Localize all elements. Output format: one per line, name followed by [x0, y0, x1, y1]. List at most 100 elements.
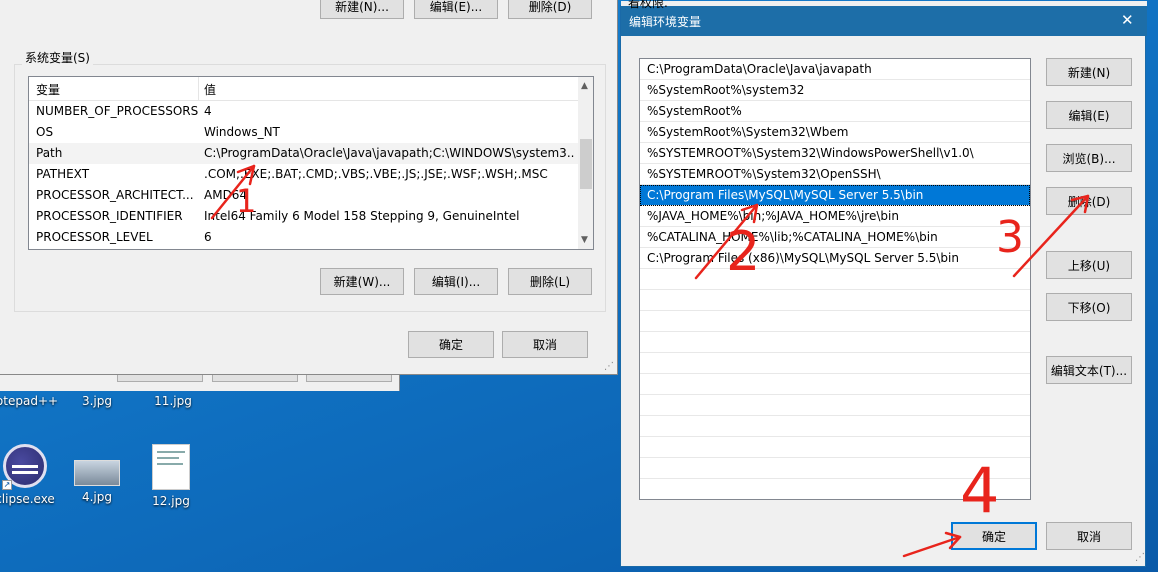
thumb-line: [157, 451, 185, 453]
edit-environment-variable-dialog: 编辑环境变量 ✕ C:\ProgramData\Oracle\Java\java…: [620, 1, 1147, 567]
path-row[interactable]: %SystemRoot%\System32\Wbem: [640, 122, 1030, 143]
variable-value: 4: [204, 104, 212, 118]
column-header-variable[interactable]: 变量: [36, 81, 60, 98]
desktop-icon-11jpg[interactable]: 11.jpg: [134, 394, 212, 408]
desktop-icon-4jpg[interactable]: 4.jpg: [58, 460, 136, 504]
path-row[interactable]: %SYSTEMROOT%\System32\WindowsPowerShell\…: [640, 143, 1030, 164]
dialog-cancel-button[interactable]: 取消: [1046, 522, 1132, 550]
delete-path-button[interactable]: 删除(D): [1046, 187, 1132, 215]
variable-value: Intel64 Family 6 Model 158 Stepping 9, G…: [204, 209, 520, 223]
table-row[interactable]: NUMBER_OF_PROCESSORS 4: [29, 101, 579, 122]
column-divider[interactable]: [198, 77, 199, 101]
variable-name: Path: [36, 146, 63, 160]
system-variables-list[interactable]: 变量 值 NUMBER_OF_PROCESSORS 4 OS Windows_N…: [28, 76, 594, 250]
desktop-icon-eclipse[interactable]: clipse.exe: [0, 444, 64, 506]
desktop-icon-12jpg[interactable]: 12.jpg: [132, 444, 210, 508]
path-row[interactable]: C:\Program Files (x86)\MySQL\MySQL Serve…: [640, 248, 1030, 269]
variable-name: NUMBER_OF_PROCESSORS: [36, 104, 199, 118]
user-edit-button[interactable]: 编辑(E)...: [414, 0, 498, 19]
resize-grip-icon[interactable]: ⋰: [1135, 552, 1145, 563]
table-row[interactable]: PROCESSOR_LEVEL 6: [29, 227, 579, 248]
path-row[interactable]: %SystemRoot%: [640, 101, 1030, 122]
background-button: [306, 375, 392, 382]
empty-path-row[interactable]: [640, 395, 1030, 416]
scroll-up-icon[interactable]: ▲: [581, 81, 588, 91]
eclipse-stripe: [12, 471, 38, 474]
path-row[interactable]: %JAVA_HOME%\bin;%JAVA_HOME%\jre\bin: [640, 206, 1030, 227]
empty-path-row[interactable]: [640, 458, 1030, 479]
path-row[interactable]: C:\ProgramData\Oracle\Java\javapath: [640, 59, 1030, 80]
system-edit-button[interactable]: 编辑(I)...: [414, 268, 498, 295]
user-delete-button[interactable]: 删除(D): [508, 0, 592, 19]
desktop-icon-label: clipse.exe: [0, 492, 55, 506]
variable-name: PROCESSOR_ARCHITECT...: [36, 188, 194, 202]
table-row[interactable]: PROCESSOR_ARCHITECT... AMD64: [29, 185, 579, 206]
edit-path-button[interactable]: 编辑(E): [1046, 101, 1132, 129]
variable-name: PROCESSOR_IDENTIFIER: [36, 209, 183, 223]
table-row[interactable]: PATHEXT .COM;.EXE;.BAT;.CMD;.VBS;.VBE;.J…: [29, 164, 579, 185]
image-thumbnail-icon: [152, 444, 190, 490]
image-thumbnail-icon: [74, 460, 120, 486]
scrollbar-thumb[interactable]: [580, 139, 592, 189]
list-scrollbar[interactable]: ▲ ▼: [578, 77, 593, 249]
variable-value: AMD64: [204, 188, 248, 202]
desktop-icon-label: otepad++: [0, 394, 59, 408]
desktop-icon-label: 4.jpg: [81, 490, 113, 504]
desktop-icon-label: 11.jpg: [154, 394, 192, 408]
column-header-value[interactable]: 值: [204, 81, 216, 98]
path-row[interactable]: %SystemRoot%\system32: [640, 80, 1030, 101]
user-new-button[interactable]: 新建(N)...: [320, 0, 404, 19]
system-new-button[interactable]: 新建(W)...: [320, 268, 404, 295]
dialog-ok-button[interactable]: 确定: [951, 522, 1037, 550]
browse-button[interactable]: 浏览(B)...: [1046, 144, 1132, 172]
system-variables-label: 系统变量(S): [22, 49, 93, 66]
new-path-button[interactable]: 新建(N): [1046, 58, 1132, 86]
empty-path-row[interactable]: [640, 269, 1030, 290]
desktop-icon-label: 3.jpg: [81, 394, 113, 408]
variable-value: .COM;.EXE;.BAT;.CMD;.VBS;.VBE;.JS;.JSE;.…: [204, 167, 548, 181]
background-button: [117, 375, 203, 382]
variable-name: OS: [36, 125, 54, 139]
path-row[interactable]: %CATALINA_HOME%\lib;%CATALINA_HOME%\bin: [640, 227, 1030, 248]
thumb-line: [157, 457, 179, 459]
background-button: [212, 375, 298, 382]
desktop-icon-label: 12.jpg: [152, 494, 190, 508]
desktop-icon-3jpg[interactable]: 3.jpg: [58, 394, 136, 408]
env-cancel-button[interactable]: 取消: [502, 331, 588, 358]
path-entries-list[interactable]: C:\ProgramData\Oracle\Java\javapath %Syst…: [639, 58, 1031, 500]
move-up-button[interactable]: 上移(U): [1046, 251, 1132, 279]
close-icon[interactable]: ✕: [1121, 11, 1134, 29]
variable-name: PROCESSOR_LEVEL: [36, 230, 153, 244]
empty-path-row[interactable]: [640, 332, 1030, 353]
path-row[interactable]: %SYSTEMROOT%\System32\OpenSSH\: [640, 164, 1030, 185]
empty-path-row[interactable]: [640, 374, 1030, 395]
empty-path-row[interactable]: [640, 437, 1030, 458]
table-row[interactable]: OS Windows_NT: [29, 122, 579, 143]
variable-value: C:\ProgramData\Oracle\Java\javapath;C:\W…: [204, 146, 574, 160]
variable-value: 6: [204, 230, 212, 244]
scroll-down-icon[interactable]: ▼: [581, 235, 588, 245]
desktop-icon-notepad[interactable]: otepad++: [0, 394, 66, 408]
empty-path-row[interactable]: [640, 353, 1030, 374]
table-row[interactable]: PROCESSOR_IDENTIFIER Intel64 Family 6 Mo…: [29, 206, 579, 227]
environment-variables-window: 新建(N)... 编辑(E)... 删除(D) 系统变量(S) 变量 值 NUM…: [0, 0, 618, 375]
resize-grip-icon[interactable]: ⋰: [604, 361, 614, 372]
edit-text-button[interactable]: 编辑文本(T)...: [1046, 356, 1132, 384]
variable-value: Windows_NT: [204, 125, 280, 139]
move-down-button[interactable]: 下移(O): [1046, 293, 1132, 321]
path-row-selected[interactable]: C:\Program Files\MySQL\MySQL Server 5.5\…: [640, 185, 1030, 206]
shortcut-arrow-icon: ↗: [2, 480, 12, 490]
list-header: 变量 值: [29, 77, 579, 101]
variable-name: PATHEXT: [36, 167, 90, 181]
system-delete-button[interactable]: 删除(L): [508, 268, 592, 295]
background-partial-text: 看权限.: [628, 0, 668, 10]
empty-path-row[interactable]: [640, 416, 1030, 437]
empty-path-row[interactable]: [640, 479, 1030, 499]
empty-path-row[interactable]: [640, 290, 1030, 311]
empty-path-row[interactable]: [640, 311, 1030, 332]
env-ok-button[interactable]: 确定: [408, 331, 494, 358]
dialog-title: 编辑环境变量: [629, 15, 702, 29]
dialog-titlebar[interactable]: 编辑环境变量 ✕: [621, 6, 1147, 36]
table-row-path-selected[interactable]: Path C:\ProgramData\Oracle\Java\javapath…: [29, 143, 579, 164]
background-window-edge: [0, 375, 400, 391]
